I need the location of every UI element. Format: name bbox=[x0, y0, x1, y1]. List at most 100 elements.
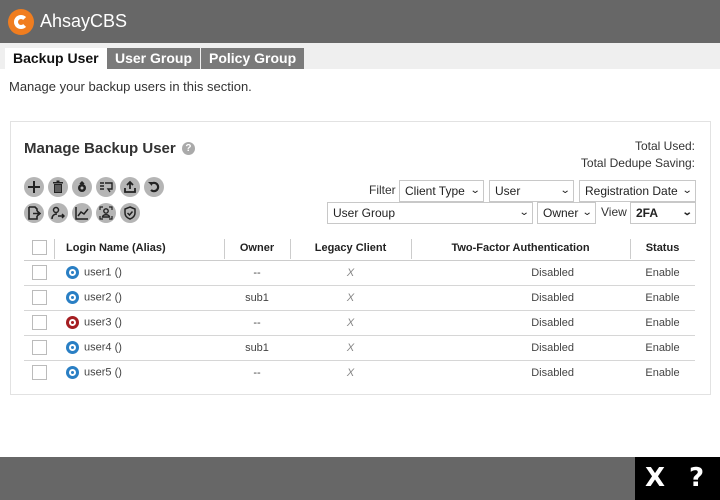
add-user-button[interactable] bbox=[24, 177, 44, 197]
total-dedupe-saving: Total Dedupe Saving: bbox=[580, 156, 695, 170]
user-scan-button[interactable] bbox=[96, 203, 116, 223]
manage-backup-user-panel: Manage Backup User ? Total Used: Total D… bbox=[10, 121, 711, 395]
chevron-down-icon: ⌄ bbox=[518, 207, 530, 218]
user-client-icon bbox=[66, 266, 79, 279]
row-checkbox[interactable] bbox=[31, 265, 47, 280]
statistics-button[interactable] bbox=[72, 203, 92, 223]
add-icon bbox=[28, 181, 40, 193]
user-scan-icon bbox=[99, 206, 113, 220]
login-name[interactable]: user3 () bbox=[84, 316, 122, 328]
user-client-icon bbox=[66, 366, 79, 380]
view-label: View bbox=[601, 205, 627, 219]
login-name-cell: user4 () bbox=[54, 335, 224, 361]
table-row[interactable]: user4 () sub1 X Disabled Enable bbox=[24, 335, 695, 361]
export-button[interactable] bbox=[24, 203, 44, 223]
registration-date-value: Registration Date bbox=[585, 184, 678, 198]
col-legacy-client[interactable]: Legacy Client bbox=[290, 236, 411, 261]
two-factor-cell: Disabled bbox=[411, 310, 630, 336]
bottom-actions: X ? bbox=[635, 457, 720, 500]
refresh-button[interactable] bbox=[144, 177, 164, 197]
user-group-value: User Group bbox=[333, 206, 396, 220]
table-row[interactable]: user1 () -- X Disabled Enable bbox=[24, 260, 695, 286]
two-factor-cell: Disabled bbox=[411, 260, 630, 286]
shield-check-icon bbox=[124, 206, 136, 220]
col-status[interactable]: Status bbox=[630, 236, 695, 261]
login-name[interactable]: user5 () bbox=[84, 367, 122, 379]
tab-user-group[interactable]: User Group bbox=[107, 48, 201, 69]
status-cell: Enable bbox=[630, 310, 695, 336]
tab-bar: Backup User User Group Policy Group bbox=[0, 43, 720, 69]
owner-cell: -- bbox=[253, 366, 261, 379]
login-name-cell: user1 () bbox=[54, 260, 224, 286]
login-name[interactable]: user1 () bbox=[84, 266, 122, 278]
refresh-icon bbox=[148, 181, 160, 193]
tab-policy-group[interactable]: Policy Group bbox=[201, 48, 305, 69]
col-two-factor[interactable]: Two-Factor Authentication bbox=[411, 236, 630, 261]
login-name[interactable]: user2 () bbox=[84, 291, 122, 303]
select-all-checkbox[interactable] bbox=[31, 240, 47, 256]
app-title: AhsayCBS bbox=[40, 11, 128, 31]
two-factor-cell: Disabled bbox=[531, 366, 574, 379]
two-factor-button[interactable] bbox=[120, 203, 140, 223]
table-row[interactable]: user2 () sub1 X Disabled Enable bbox=[24, 285, 695, 311]
user-client-icon bbox=[66, 341, 79, 354]
legacy-client-cell: X bbox=[290, 335, 411, 361]
row-checkbox[interactable] bbox=[31, 340, 47, 355]
status-cell: Enable bbox=[630, 285, 695, 311]
transfer-user-button[interactable] bbox=[48, 203, 68, 223]
login-name-cell: user3 () bbox=[54, 310, 224, 336]
total-used: Total Used: bbox=[634, 139, 695, 153]
delete-user-button[interactable] bbox=[48, 177, 68, 197]
row-select-cell bbox=[24, 310, 54, 336]
bottom-bar bbox=[0, 457, 635, 500]
row-select-cell bbox=[24, 260, 54, 286]
client-type-select[interactable]: Client Type ⌄ bbox=[399, 180, 484, 202]
select-all-cell bbox=[24, 236, 54, 261]
registration-date-select[interactable]: Registration Date ⌄ bbox=[579, 180, 696, 202]
export-icon bbox=[28, 206, 41, 220]
tab-backup-user[interactable]: Backup User bbox=[5, 48, 107, 69]
legacy-client-cell: X bbox=[346, 366, 355, 379]
login-name[interactable]: user4 () bbox=[84, 341, 122, 353]
col-owner[interactable]: Owner bbox=[224, 236, 290, 261]
user-client-icon bbox=[66, 291, 79, 304]
chevron-down-icon: ⌄ bbox=[581, 207, 593, 218]
upload-icon bbox=[124, 180, 136, 193]
broadcast-icon bbox=[100, 182, 113, 193]
row-checkbox[interactable] bbox=[31, 365, 47, 381]
table-row[interactable]: user3 () -- X Disabled Enable bbox=[24, 310, 695, 336]
filter-label: Filter bbox=[369, 183, 396, 197]
owner-cell: -- bbox=[224, 310, 290, 336]
legacy-client-cell: X bbox=[290, 260, 411, 286]
two-factor-cell: Disabled bbox=[411, 335, 630, 361]
user-group-select[interactable]: User Group ⌄ bbox=[327, 202, 533, 224]
view-value: 2FA bbox=[636, 206, 659, 220]
col-login-name[interactable]: Login Name (Alias) bbox=[54, 236, 224, 261]
row-select-cell bbox=[24, 360, 54, 385]
broadcast-button[interactable] bbox=[96, 177, 116, 197]
owner-select[interactable]: Owner ⌄ bbox=[537, 202, 596, 224]
backup-user-table: Login Name (Alias) Owner Legacy Client T… bbox=[24, 236, 695, 385]
ahsay-logo-icon bbox=[8, 8, 34, 35]
top-bar: AhsayCBS bbox=[0, 0, 720, 43]
owner-cell: sub1 bbox=[224, 335, 290, 361]
table-header-row: Login Name (Alias) Owner Legacy Client T… bbox=[24, 236, 695, 261]
row-select-cell bbox=[24, 285, 54, 311]
statistics-icon bbox=[75, 207, 89, 220]
totals: Total Used: Total Dedupe Saving: bbox=[581, 138, 695, 172]
login-name-cell: user5 () bbox=[54, 360, 224, 385]
close-button[interactable]: X bbox=[645, 463, 665, 493]
table-row[interactable]: user5 () -- X Disabled Enable bbox=[24, 360, 695, 385]
transfer-user-icon bbox=[51, 206, 65, 220]
view-select[interactable]: 2FA ⌄ bbox=[630, 202, 696, 224]
row-checkbox[interactable] bbox=[31, 315, 47, 330]
settings-button[interactable] bbox=[72, 177, 92, 197]
row-select-cell bbox=[24, 335, 54, 361]
help-icon[interactable]: ? bbox=[181, 142, 195, 155]
row-checkbox[interactable] bbox=[31, 290, 47, 305]
upload-button[interactable] bbox=[120, 177, 140, 197]
status-cell: Enable bbox=[630, 260, 695, 286]
help-button[interactable]: ? bbox=[689, 463, 704, 493]
user-select[interactable]: User ⌄ bbox=[489, 180, 574, 202]
panel-title-text: Manage Backup User bbox=[24, 140, 176, 157]
